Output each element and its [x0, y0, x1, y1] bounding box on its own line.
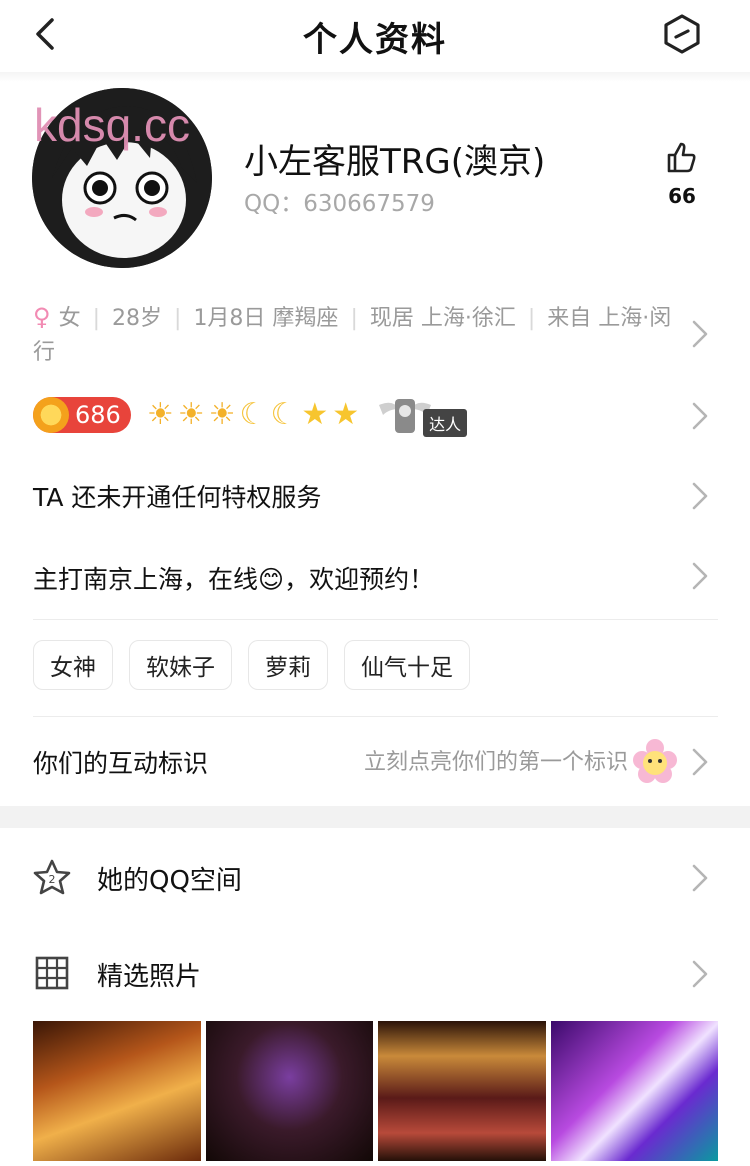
crown-icon: [33, 397, 69, 433]
residence: 现居 上海·徐汇: [369, 306, 516, 331]
female-icon: ♀: [33, 303, 51, 331]
tag-chip[interactable]: 仙气十足: [344, 640, 470, 690]
qzone-row[interactable]: 2 她的QQ空间: [33, 848, 718, 908]
divider: [33, 716, 718, 717]
nav-divider: [0, 72, 750, 82]
photo-thumbnail[interactable]: [550, 1021, 718, 1161]
flower-mascot-icon: [633, 739, 677, 783]
chevron-right-icon[interactable]: [690, 480, 710, 512]
photos-label: 精选照片: [97, 962, 202, 992]
tag-chip[interactable]: 软妹子: [129, 640, 232, 690]
svg-text:2: 2: [49, 873, 56, 886]
photo-thumbnail[interactable]: [378, 1021, 546, 1161]
moon-icon: ☾: [239, 397, 267, 432]
chevron-right-icon[interactable]: [690, 318, 710, 350]
sun-icon: ☀: [146, 397, 174, 432]
separator: |: [92, 306, 101, 331]
profile-info[interactable]: ♀ 女 | 28岁 | 1月8日 摩羯座 | 现居 上海·徐汇 | 来自 上海·闵行: [33, 300, 683, 370]
tag-chip[interactable]: 萝莉: [248, 640, 328, 690]
moon-icon: ☾: [270, 397, 298, 432]
photo-thumbnail[interactable]: [33, 1021, 201, 1161]
divider: [33, 619, 718, 620]
page-title: 个人资料: [303, 20, 447, 60]
daren-tag: 达人: [423, 409, 468, 437]
interaction-hint: 立刻点亮你们的第一个标识: [363, 750, 628, 775]
separator: |: [527, 306, 536, 331]
interaction-label[interactable]: 你们的互动标识: [33, 744, 208, 780]
watermark-text: kdsq.cc: [34, 99, 190, 151]
signature-text[interactable]: 主打南京上海，在线😊，欢迎预约！: [33, 560, 434, 596]
qq-number: QQ：630667579: [244, 191, 435, 217]
sun-icon: ☀: [208, 397, 236, 432]
grid-icon: [35, 956, 69, 990]
nickname: 小左客服TRG(澳京): [244, 142, 546, 182]
age: 28岁: [112, 306, 163, 331]
like-count: 66: [668, 184, 696, 208]
tag-list: 女神 软妹子 萝莉 仙气十足: [33, 640, 470, 690]
gender: 女: [58, 306, 81, 331]
level-number: 686: [75, 401, 121, 429]
chevron-right-icon[interactable]: [690, 560, 710, 592]
photos-row[interactable]: 精选照片: [33, 944, 718, 1004]
star-outline-icon: 2: [33, 859, 71, 895]
chevron-right-icon[interactable]: [690, 958, 710, 990]
chevron-right-icon[interactable]: [690, 862, 710, 894]
star-icon: ★: [301, 397, 329, 432]
level-row[interactable]: 686 ☀ ☀ ☀ ☾ ☾ ★ ★ 达人: [33, 393, 471, 437]
privilege-text[interactable]: TA 还未开通任何特权服务: [33, 478, 321, 514]
thumbs-up-icon[interactable]: [660, 140, 704, 176]
hexagon-minus-icon[interactable]: [660, 12, 704, 56]
daren-badge: 达人: [375, 395, 471, 437]
chevron-right-icon[interactable]: [690, 746, 710, 778]
level-icons: ☀ ☀ ☀ ☾ ☾ ★ ★: [147, 400, 359, 430]
photo-strip: [33, 1021, 718, 1161]
chevron-right-icon[interactable]: [690, 400, 710, 432]
level-badge: 686: [33, 397, 131, 433]
sun-icon: ☀: [177, 397, 205, 432]
tag-chip[interactable]: 女神: [33, 640, 113, 690]
qzone-label: 她的QQ空间: [97, 866, 242, 896]
section-separator: [0, 806, 750, 828]
star-icon: ★: [332, 397, 360, 432]
birthday: 1月8日 摩羯座: [193, 306, 339, 331]
photo-thumbnail[interactable]: [205, 1021, 373, 1161]
separator: |: [174, 306, 182, 331]
nav-bar: 个人资料: [0, 0, 750, 72]
separator: |: [350, 306, 358, 331]
